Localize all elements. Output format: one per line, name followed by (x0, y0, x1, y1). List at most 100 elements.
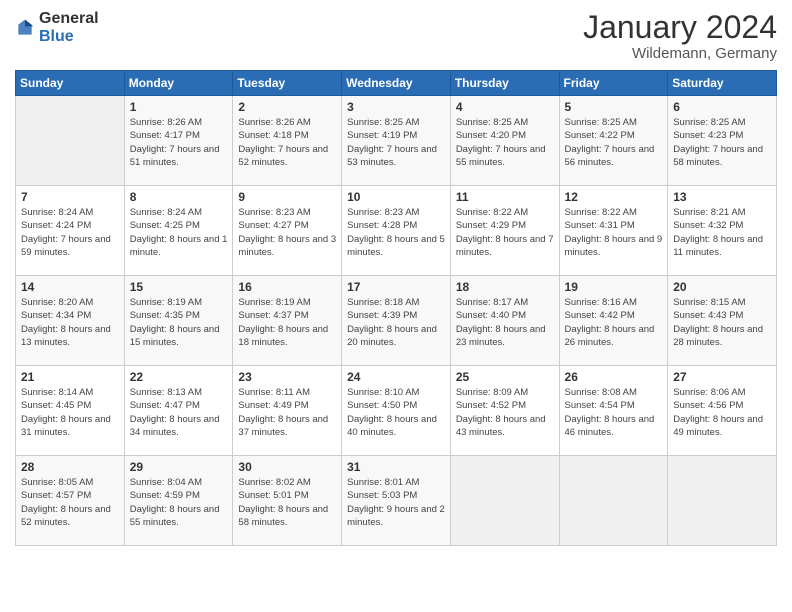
day-info: Sunrise: 8:22 AMSunset: 4:29 PMDaylight:… (456, 206, 554, 259)
day-number: 6 (673, 100, 771, 114)
calendar-cell: 13 Sunrise: 8:21 AMSunset: 4:32 PMDayligh… (668, 186, 777, 276)
calendar-cell: 17 Sunrise: 8:18 AMSunset: 4:39 PMDayligh… (342, 276, 451, 366)
day-number: 8 (130, 190, 228, 204)
calendar-cell: 1 Sunrise: 8:26 AMSunset: 4:17 PMDaylight… (124, 96, 233, 186)
day-number: 5 (565, 100, 663, 114)
weekday-header-thursday: Thursday (450, 71, 559, 96)
calendar-cell: 7Sunrise: 8:24 AMSunset: 4:24 PMDaylight… (16, 186, 125, 276)
day-number: 28 (21, 460, 119, 474)
day-info: Sunrise: 8:25 AMSunset: 4:22 PMDaylight:… (565, 116, 663, 169)
day-info: Sunrise: 8:01 AMSunset: 5:03 PMDaylight:… (347, 476, 445, 529)
calendar-cell: 3 Sunrise: 8:25 AMSunset: 4:19 PMDaylight… (342, 96, 451, 186)
day-number: 12 (565, 190, 663, 204)
day-info: Sunrise: 8:19 AMSunset: 4:37 PMDaylight:… (238, 296, 336, 349)
day-info: Sunrise: 8:19 AMSunset: 4:35 PMDaylight:… (130, 296, 228, 349)
weekday-header-friday: Friday (559, 71, 668, 96)
day-number: 22 (130, 370, 228, 384)
weekday-header-tuesday: Tuesday (233, 71, 342, 96)
calendar-cell: 20Sunrise: 8:15 AMSunset: 4:43 PMDayligh… (668, 276, 777, 366)
day-info: Sunrise: 8:02 AMSunset: 5:01 PMDaylight:… (238, 476, 336, 529)
title-block: January 2024 Wildemann, Germany (583, 10, 777, 62)
calendar-cell: 30 Sunrise: 8:02 AMSunset: 5:01 PMDayligh… (233, 456, 342, 546)
day-number: 21 (21, 370, 119, 384)
logo-blue: Blue (39, 28, 74, 45)
calendar-body: 1 Sunrise: 8:26 AMSunset: 4:17 PMDaylight… (16, 96, 777, 546)
day-info: Sunrise: 8:24 AMSunset: 4:24 PMDaylight:… (21, 206, 119, 259)
calendar-cell: 8 Sunrise: 8:24 AMSunset: 4:25 PMDaylight… (124, 186, 233, 276)
calendar-cell: 10Sunrise: 8:23 AMSunset: 4:28 PMDayligh… (342, 186, 451, 276)
day-number: 29 (130, 460, 228, 474)
calendar-cell: 28 Sunrise: 8:05 AMSunset: 4:57 PMDayligh… (16, 456, 125, 546)
calendar-cell: 24Sunrise: 8:10 AMSunset: 4:50 PMDayligh… (342, 366, 451, 456)
calendar-cell: 2 Sunrise: 8:26 AMSunset: 4:18 PMDaylight… (233, 96, 342, 186)
day-info: Sunrise: 8:26 AMSunset: 4:17 PMDaylight:… (130, 116, 228, 169)
day-info: Sunrise: 8:21 AMSunset: 4:32 PMDaylight:… (673, 206, 771, 259)
calendar-cell (16, 96, 125, 186)
day-number: 13 (673, 190, 771, 204)
calendar-cell: 4 Sunrise: 8:25 AMSunset: 4:20 PMDaylight… (450, 96, 559, 186)
calendar-cell (668, 456, 777, 546)
calendar-cell: 15 Sunrise: 8:19 AMSunset: 4:35 PMDayligh… (124, 276, 233, 366)
calendar-cell: 29 Sunrise: 8:04 AMSunset: 4:59 PMDayligh… (124, 456, 233, 546)
day-number: 10 (347, 190, 445, 204)
day-number: 31 (347, 460, 445, 474)
month-title: January 2024 (583, 10, 777, 45)
day-number: 1 (130, 100, 228, 114)
day-number: 17 (347, 280, 445, 294)
day-info: Sunrise: 8:04 AMSunset: 4:59 PMDaylight:… (130, 476, 228, 529)
day-info: Sunrise: 8:25 AMSunset: 4:19 PMDaylight:… (347, 116, 445, 169)
weekday-header-sunday: Sunday (16, 71, 125, 96)
day-info: Sunrise: 8:18 AMSunset: 4:39 PMDaylight:… (347, 296, 445, 349)
logo-icon (15, 18, 35, 38)
day-number: 18 (456, 280, 554, 294)
calendar-cell: 14Sunrise: 8:20 AMSunset: 4:34 PMDayligh… (16, 276, 125, 366)
calendar-table: SundayMondayTuesdayWednesdayThursdayFrid… (15, 70, 777, 546)
day-info: Sunrise: 8:25 AMSunset: 4:20 PMDaylight:… (456, 116, 554, 169)
calendar-cell (559, 456, 668, 546)
header: General Blue January 2024 Wildemann, Ger… (15, 10, 777, 62)
day-number: 11 (456, 190, 554, 204)
day-info: Sunrise: 8:17 AMSunset: 4:40 PMDaylight:… (456, 296, 554, 349)
day-info: Sunrise: 8:08 AMSunset: 4:54 PMDaylight:… (565, 386, 663, 439)
calendar-cell: 23Sunrise: 8:11 AMSunset: 4:49 PMDayligh… (233, 366, 342, 456)
logo: General Blue (15, 10, 99, 46)
day-info: Sunrise: 8:05 AMSunset: 4:57 PMDaylight:… (21, 476, 119, 529)
day-number: 30 (238, 460, 336, 474)
calendar-cell: 18 Sunrise: 8:17 AMSunset: 4:40 PMDayligh… (450, 276, 559, 366)
week-row-3: 14Sunrise: 8:20 AMSunset: 4:34 PMDayligh… (16, 276, 777, 366)
day-number: 4 (456, 100, 554, 114)
calendar-cell: 12 Sunrise: 8:22 AMSunset: 4:31 PMDayligh… (559, 186, 668, 276)
day-info: Sunrise: 8:24 AMSunset: 4:25 PMDaylight:… (130, 206, 228, 259)
day-info: Sunrise: 8:26 AMSunset: 4:18 PMDaylight:… (238, 116, 336, 169)
day-info: Sunrise: 8:22 AMSunset: 4:31 PMDaylight:… (565, 206, 663, 259)
day-number: 2 (238, 100, 336, 114)
calendar-cell: 16 Sunrise: 8:19 AMSunset: 4:37 PMDayligh… (233, 276, 342, 366)
calendar-cell: 11 Sunrise: 8:22 AMSunset: 4:29 PMDayligh… (450, 186, 559, 276)
day-number: 16 (238, 280, 336, 294)
week-row-1: 1 Sunrise: 8:26 AMSunset: 4:17 PMDaylight… (16, 96, 777, 186)
day-number: 24 (347, 370, 445, 384)
calendar-cell: 5 Sunrise: 8:25 AMSunset: 4:22 PMDaylight… (559, 96, 668, 186)
day-number: 19 (565, 280, 663, 294)
logo-general: General (39, 10, 99, 27)
weekday-header-monday: Monday (124, 71, 233, 96)
day-number: 14 (21, 280, 119, 294)
day-number: 3 (347, 100, 445, 114)
calendar-cell: 31 Sunrise: 8:01 AMSunset: 5:03 PMDayligh… (342, 456, 451, 546)
day-number: 26 (565, 370, 663, 384)
day-info: Sunrise: 8:06 AMSunset: 4:56 PMDaylight:… (673, 386, 771, 439)
day-number: 27 (673, 370, 771, 384)
weekday-header-saturday: Saturday (668, 71, 777, 96)
day-number: 23 (238, 370, 336, 384)
day-number: 15 (130, 280, 228, 294)
calendar-cell: 22Sunrise: 8:13 AMSunset: 4:47 PMDayligh… (124, 366, 233, 456)
day-info: Sunrise: 8:23 AMSunset: 4:27 PMDaylight:… (238, 206, 336, 259)
day-info: Sunrise: 8:25 AMSunset: 4:23 PMDaylight:… (673, 116, 771, 169)
calendar-cell: 26 Sunrise: 8:08 AMSunset: 4:54 PMDayligh… (559, 366, 668, 456)
day-number: 20 (673, 280, 771, 294)
week-row-2: 7Sunrise: 8:24 AMSunset: 4:24 PMDaylight… (16, 186, 777, 276)
week-row-4: 21 Sunrise: 8:14 AMSunset: 4:45 PMDayligh… (16, 366, 777, 456)
calendar-cell: 6 Sunrise: 8:25 AMSunset: 4:23 PMDaylight… (668, 96, 777, 186)
calendar-cell: 25Sunrise: 8:09 AMSunset: 4:52 PMDayligh… (450, 366, 559, 456)
day-info: Sunrise: 8:14 AMSunset: 4:45 PMDaylight:… (21, 386, 119, 439)
